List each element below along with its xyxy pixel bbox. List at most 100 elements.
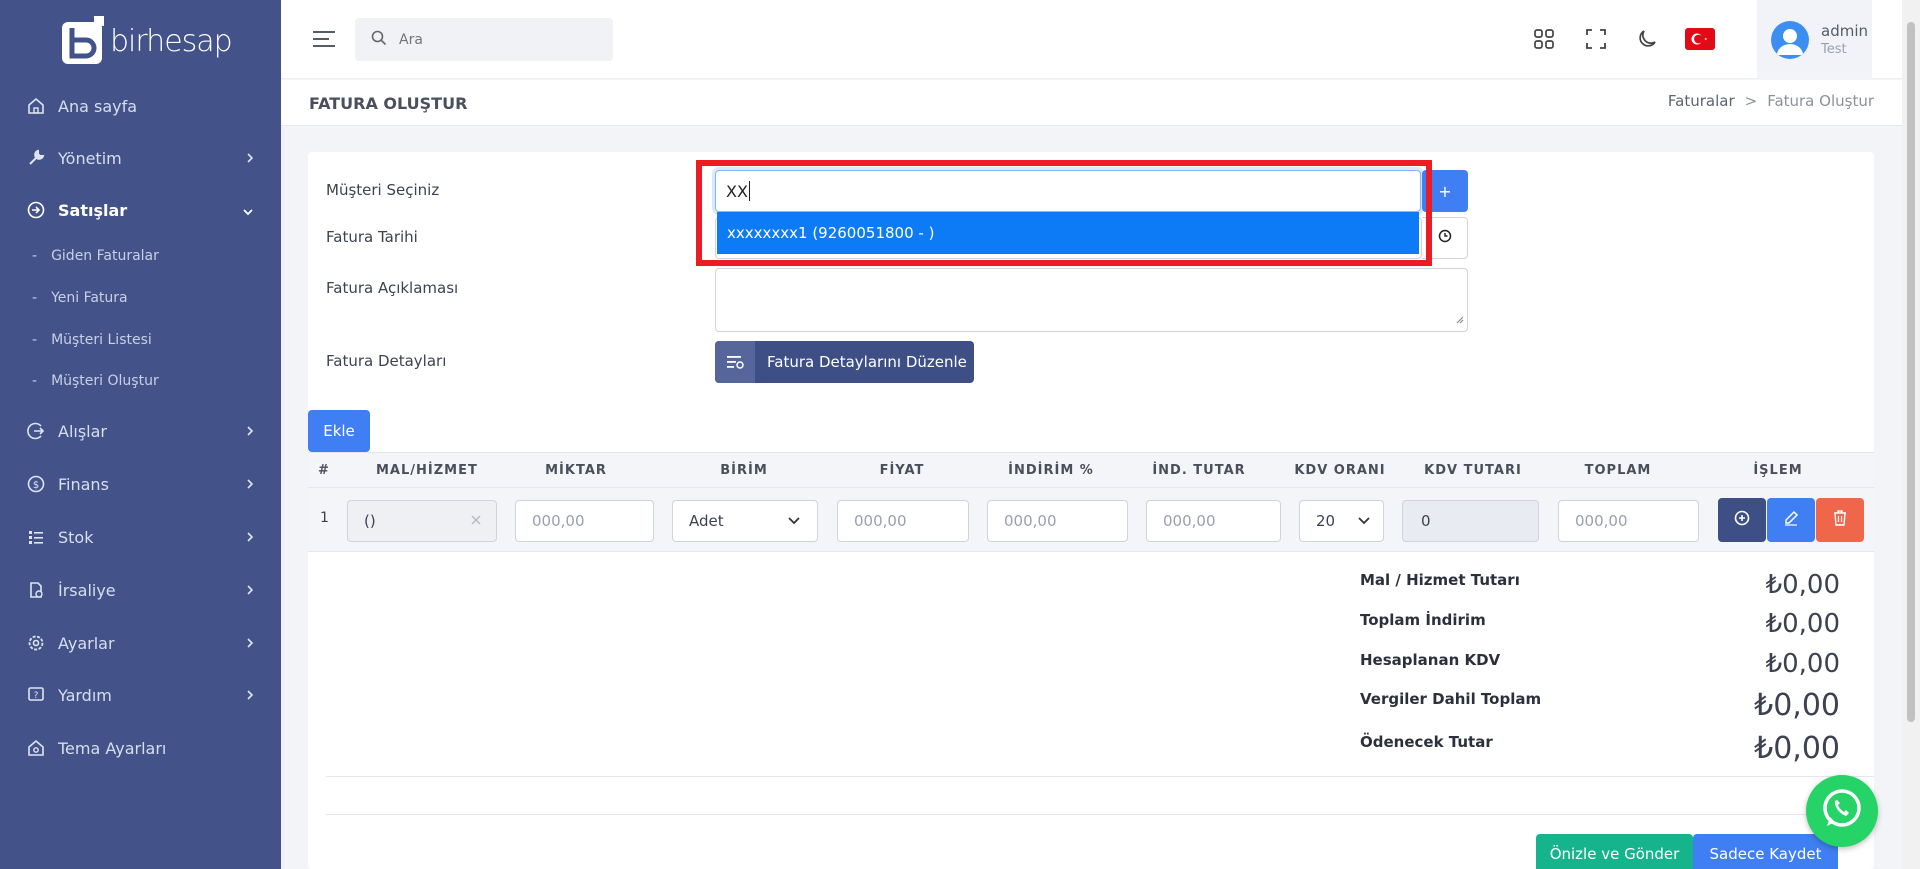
- column-header: TOPLAM: [1584, 463, 1652, 478]
- fullscreen-icon[interactable]: [1583, 26, 1609, 52]
- vat-total-label: Hesaplanan KDV: [1360, 651, 1501, 669]
- unit-select[interactable]: Adet: [672, 500, 818, 542]
- sidebar-item-yonetim[interactable]: Yönetim: [0, 138, 281, 178]
- chevron-right-icon: [245, 582, 255, 601]
- logo-text: birhesap: [110, 23, 233, 59]
- sidebar-subitem-label: Yeni Fatura: [51, 290, 128, 306]
- row-add-button[interactable]: [1718, 498, 1766, 542]
- sidebar-item-yardim[interactable]: ? Yardım: [0, 675, 281, 715]
- discount-percent-input[interactable]: 000,00: [987, 500, 1128, 542]
- column-header: MAL/HİZMET: [376, 463, 478, 478]
- chevron-down-icon: [241, 202, 255, 221]
- sidebar-subitem-label: Müşteri Oluştur: [51, 373, 159, 389]
- sidebar-item-finans[interactable]: $ Finans: [0, 464, 281, 504]
- invoice-description-label: Fatura Açıklaması: [326, 279, 459, 297]
- resize-handle-icon[interactable]: [1454, 312, 1464, 328]
- hamburger-menu-icon[interactable]: [313, 30, 335, 52]
- sidebar-subitem-label: Giden Faturalar: [51, 248, 159, 264]
- preview-and-send-button[interactable]: Önizle ve Gönder: [1536, 834, 1693, 869]
- sidebar-item-label: Ana sayfa: [58, 96, 138, 116]
- add-row-button[interactable]: Ekle: [308, 410, 370, 452]
- gear-icon: [26, 633, 46, 653]
- dash-marker: -: [32, 248, 38, 264]
- invoice-description-textarea[interactable]: [715, 268, 1468, 332]
- price-input[interactable]: 000,00: [837, 500, 969, 542]
- sidebar-item-tema-ayarlari[interactable]: Tema Ayarları: [0, 728, 281, 768]
- column-header: İŞLEM: [1753, 463, 1803, 478]
- chevron-right-icon: [245, 476, 255, 495]
- total-input[interactable]: 000,00: [1558, 500, 1699, 542]
- sidebar-item-alislar[interactable]: Alışlar: [0, 411, 281, 451]
- payable-total-value: ₺0,00: [1754, 731, 1840, 766]
- sidebar-item-label: Tema Ayarları: [58, 738, 167, 758]
- sidebar-item-irsaliye[interactable]: İrsaliye: [0, 570, 281, 610]
- unit-value: Adet: [689, 512, 724, 530]
- sidebar-subitem-yeni-fatura[interactable]: - Yeni Fatura: [32, 283, 128, 313]
- column-header: KDV TUTARI: [1424, 463, 1522, 478]
- sidebar-item-home[interactable]: Ana sayfa: [0, 86, 281, 126]
- save-only-button[interactable]: Sadece Kaydet: [1693, 834, 1838, 869]
- clear-icon[interactable]: [470, 512, 482, 530]
- whatsapp-icon: [1819, 786, 1865, 836]
- vat-rate-value: 20: [1316, 512, 1336, 530]
- theme-icon: [26, 738, 46, 758]
- sidebar-subitem-musteri-olustur[interactable]: - Müşteri Oluştur: [32, 366, 159, 396]
- turkey-flag-icon[interactable]: [1684, 26, 1716, 52]
- edit-invoice-details-button[interactable]: Fatura Detaylarını Düzenle: [715, 341, 974, 383]
- logo[interactable]: birhesap: [60, 12, 233, 70]
- chevron-right-icon: [245, 150, 255, 169]
- incl-tax-total-label: Vergiler Dahil Toplam: [1360, 690, 1542, 708]
- product-select[interactable]: (): [347, 500, 497, 542]
- edit-invoice-details-label: Fatura Detaylarını Düzenle: [767, 353, 967, 371]
- customer-label: Müşteri Seçiniz: [326, 181, 440, 199]
- sidebar-item-label: Yardım: [58, 685, 112, 705]
- page-header: FATURA OLUŞTUR Faturalar > Fatura Oluştu…: [281, 80, 1902, 126]
- column-header: #: [318, 463, 330, 478]
- breadcrumb-current: Fatura Oluştur: [1767, 92, 1874, 110]
- search-input[interactable]: [399, 31, 599, 48]
- page-scrollbar[interactable]: [1902, 0, 1920, 869]
- row-index: 1: [320, 510, 329, 526]
- chevron-right-icon: [245, 635, 255, 654]
- row-edit-button[interactable]: [1767, 498, 1815, 542]
- sidebar-item-ayarlar[interactable]: Ayarlar: [0, 623, 281, 663]
- sidebar-item-satislar[interactable]: Satışlar: [0, 190, 281, 230]
- document-icon: [26, 580, 46, 600]
- items-table-header: # MAL/HİZMET MİKTAR BİRİM FİYAT İNDİRİM …: [308, 452, 1874, 488]
- sidebar-item-stok[interactable]: Stok: [0, 517, 281, 557]
- discount-total-value: ₺0,00: [1765, 609, 1840, 639]
- divider: [326, 776, 1874, 777]
- row-delete-button[interactable]: [1816, 498, 1864, 542]
- sidebar-subitem-label: Müşteri Listesi: [51, 332, 152, 348]
- scrollbar-thumb[interactable]: [1907, 22, 1915, 722]
- invoice-date-label: Fatura Tarihi: [326, 228, 418, 246]
- whatsapp-chat-button[interactable]: [1806, 775, 1878, 847]
- logo-mark-icon: [62, 16, 104, 64]
- breadcrumb-link-faturalar[interactable]: Faturalar: [1668, 92, 1735, 110]
- sidebar-item-label: Stok: [58, 527, 94, 547]
- sidebar-item-label: Satışlar: [58, 200, 128, 220]
- breadcrumb: Faturalar > Fatura Oluştur: [1668, 92, 1874, 110]
- page-title: FATURA OLUŞTUR: [309, 94, 468, 113]
- discount-amount-input[interactable]: 000,00: [1146, 500, 1281, 542]
- vat-rate-select[interactable]: 20: [1299, 500, 1384, 542]
- payable-total-label: Ödenecek Tutar: [1360, 733, 1493, 751]
- sign-in-icon: [26, 200, 46, 220]
- avatar: [1771, 20, 1809, 59]
- invoice-details-label: Fatura Detayları: [326, 352, 447, 370]
- sidebar-subitem-musteri-listesi[interactable]: - Müşteri Listesi: [32, 325, 152, 355]
- sidebar-subitem-giden-faturalar[interactable]: - Giden Faturalar: [32, 241, 159, 271]
- product-value: (): [364, 512, 376, 530]
- dollar-icon: $: [26, 474, 46, 494]
- home-icon: [26, 96, 46, 116]
- dark-mode-moon-icon[interactable]: [1634, 26, 1660, 52]
- help-icon: ?: [26, 685, 46, 705]
- user-profile[interactable]: admin Test: [1757, 0, 1872, 79]
- apps-grid-icon[interactable]: [1531, 26, 1557, 52]
- breadcrumb-separator: >: [1744, 92, 1758, 110]
- clock-icon: [1438, 229, 1452, 247]
- search-box[interactable]: [355, 18, 613, 61]
- pencil-icon: [1783, 510, 1799, 530]
- list-icon: [26, 527, 46, 547]
- quantity-input[interactable]: 000,00: [515, 500, 654, 542]
